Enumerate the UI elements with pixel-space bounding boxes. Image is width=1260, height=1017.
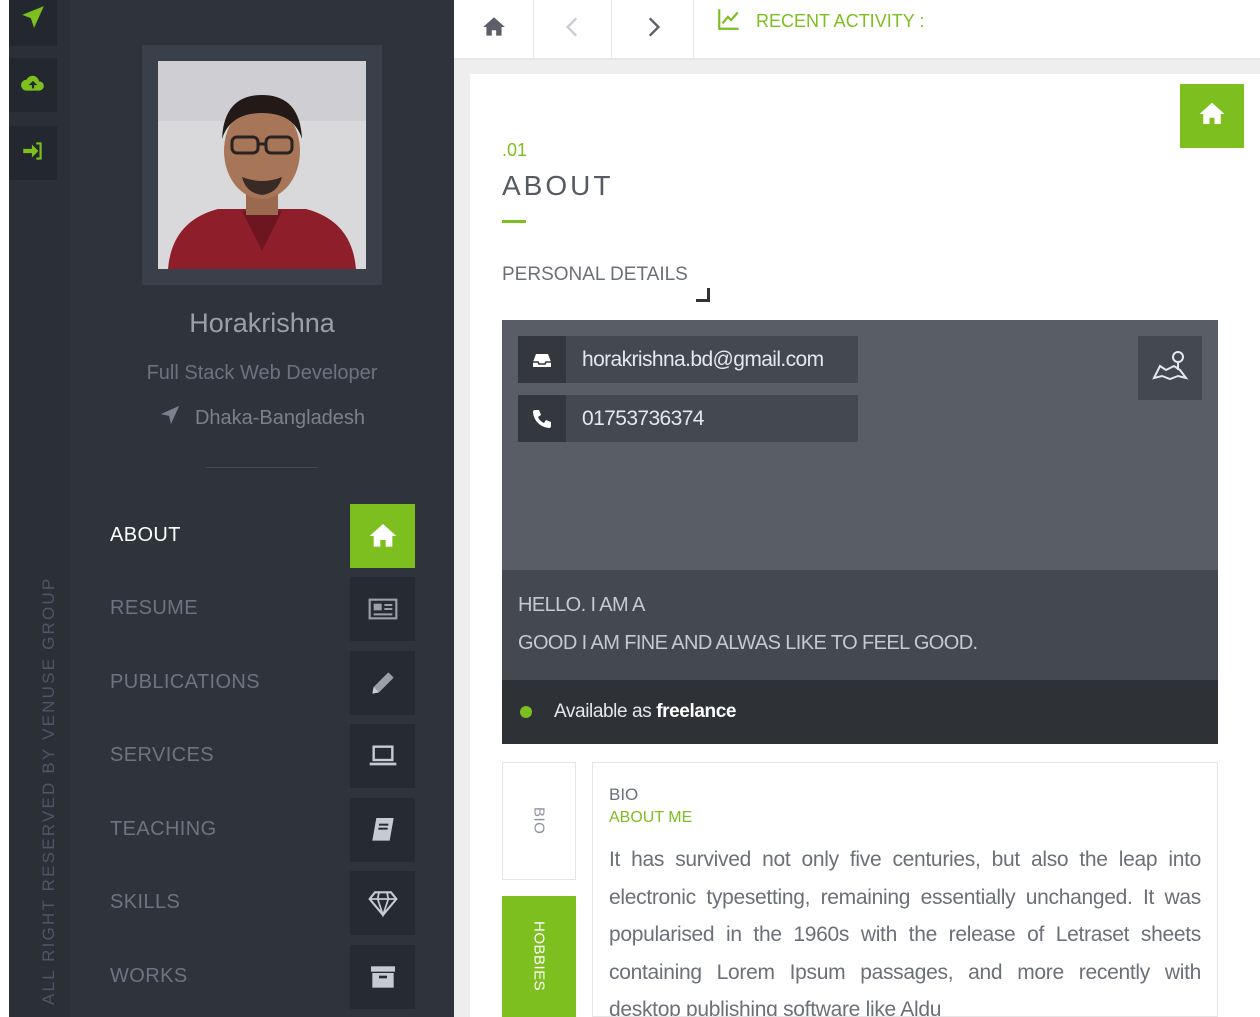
availability-bar: Available as freelance <box>502 680 1218 744</box>
phone-text: 01753736374 <box>582 406 704 430</box>
laptop-icon <box>350 724 415 788</box>
home-icon <box>1197 99 1227 134</box>
avatar <box>158 61 366 269</box>
send-button[interactable] <box>9 0 57 46</box>
bio-text: It has survived not only five centuries,… <box>609 848 1201 1017</box>
nav-item-resume[interactable]: RESUME <box>70 577 454 641</box>
intro-line-1: HELLO. I AM A <box>518 594 645 616</box>
availability-prefix: Available as <box>554 701 652 722</box>
icon-rail: ALL RIGHT RESERVED BY VENUSE GROUP <box>0 0 70 1017</box>
chevron-left-icon <box>560 14 586 45</box>
newspaper-icon <box>350 577 415 641</box>
line-chart-icon <box>716 6 756 37</box>
rail-edge <box>0 0 9 1017</box>
nav-item-skills[interactable]: SKILLS <box>70 871 454 935</box>
map-button[interactable] <box>1138 336 1202 400</box>
section-title: ABOUT <box>502 170 614 201</box>
intro-line-2: GOOD I AM FINE AND ALWAS LIKE TO FEEL GO… <box>518 632 978 654</box>
copyright-text: ALL RIGHT RESERVED BY VENUSE GROUP <box>39 576 58 1005</box>
pencil-icon <box>350 651 415 715</box>
location-arrow-icon <box>159 404 181 432</box>
card-home-button[interactable] <box>1180 84 1244 148</box>
sign-in-icon <box>20 138 46 169</box>
tab-bio[interactable]: BIO <box>502 762 576 880</box>
send-icon <box>20 4 46 35</box>
main-content: .01 ABOUT PERSONAL DETAILS horakrishna.b… <box>454 60 1260 1017</box>
email-text: horakrishna.bd@gmail.com <box>582 347 824 371</box>
bio-content: BIO ABOUT ME It has survived not only fi… <box>592 762 1218 1017</box>
home-icon <box>481 14 507 45</box>
nav-item-about[interactable]: ABOUT <box>70 504 454 568</box>
corner-decoration <box>696 288 710 302</box>
intro-area: HELLO. I AM A GOOD I AM FINE AND ALWAS L… <box>502 570 1218 680</box>
availability-text: Available as freelance <box>554 701 736 723</box>
map-location-icon <box>1150 346 1190 391</box>
inbox-icon <box>518 336 566 383</box>
email-row[interactable]: horakrishna.bd@gmail.com <box>518 336 858 383</box>
profile-location: Dhaka-Bangladesh <box>70 404 454 432</box>
home-button[interactable] <box>454 0 534 58</box>
profile-location-text: Dhaka-Bangladesh <box>194 407 366 429</box>
avatar-frame <box>142 45 382 285</box>
section-number: .01 <box>502 140 528 160</box>
home-icon <box>350 504 415 568</box>
tab-hobbies[interactable]: HOBBIES <box>502 896 576 1017</box>
recent-activity[interactable]: RECENT ACTIVITY : <box>716 6 924 37</box>
about-card: .01 ABOUT PERSONAL DETAILS horakrishna.b… <box>470 74 1260 1017</box>
chevron-right-icon <box>640 14 666 45</box>
nav-item-label: TEACHING <box>110 818 217 840</box>
contact-area: horakrishna.bd@gmail.com 01753736374 <box>502 320 1218 570</box>
forward-button[interactable] <box>612 0 694 58</box>
nav-item-label: WORKS <box>110 965 188 987</box>
nav-item-label: ABOUT <box>110 524 181 546</box>
nav-item-publications[interactable]: PUBLICATIONS <box>70 651 454 715</box>
nav-item-services[interactable]: SERVICES <box>70 724 454 788</box>
phone-icon <box>518 395 566 442</box>
section-underline <box>502 220 526 223</box>
tab-bio-label: BIO <box>530 807 548 835</box>
nav-item-label: RESUME <box>110 597 198 619</box>
cloud-upload-icon <box>20 70 46 101</box>
availability-status: freelance <box>656 701 737 722</box>
nav-item-teaching[interactable]: TEACHING <box>70 798 454 862</box>
personal-details-label: PERSONAL DETAILS <box>502 264 688 285</box>
profile-role: Full Stack Web Developer <box>146 362 378 384</box>
archive-icon <box>350 945 415 1009</box>
phone-row[interactable]: 01753736374 <box>518 395 858 442</box>
profile-name: Horakrishna <box>189 308 335 338</box>
diamond-icon <box>350 871 415 935</box>
nav-item-label: SKILLS <box>110 891 181 913</box>
top-bar: RECENT ACTIVITY : <box>454 0 1260 60</box>
book-icon <box>350 798 415 862</box>
profile-divider <box>206 467 318 468</box>
personal-details-panel: horakrishna.bd@gmail.com 01753736374 HEL… <box>502 320 1218 744</box>
status-dot-icon <box>520 706 532 718</box>
nav-item-label: PUBLICATIONS <box>110 671 261 693</box>
back-button[interactable] <box>534 0 612 58</box>
profile-sidebar: Horakrishna Full Stack Web Developer Dha… <box>70 0 454 1017</box>
recent-activity-label: RECENT ACTIVITY : <box>756 11 925 31</box>
nav-item-works[interactable]: WORKS <box>70 945 454 1009</box>
tab-hobbies-label: HOBBIES <box>530 921 548 992</box>
sign-in-button[interactable] <box>9 126 57 180</box>
bio-subtitle: ABOUT ME <box>609 809 693 826</box>
bio-title: BIO <box>609 785 639 804</box>
nav-item-label: SERVICES <box>110 744 214 766</box>
cloud-upload-button[interactable] <box>9 58 57 112</box>
